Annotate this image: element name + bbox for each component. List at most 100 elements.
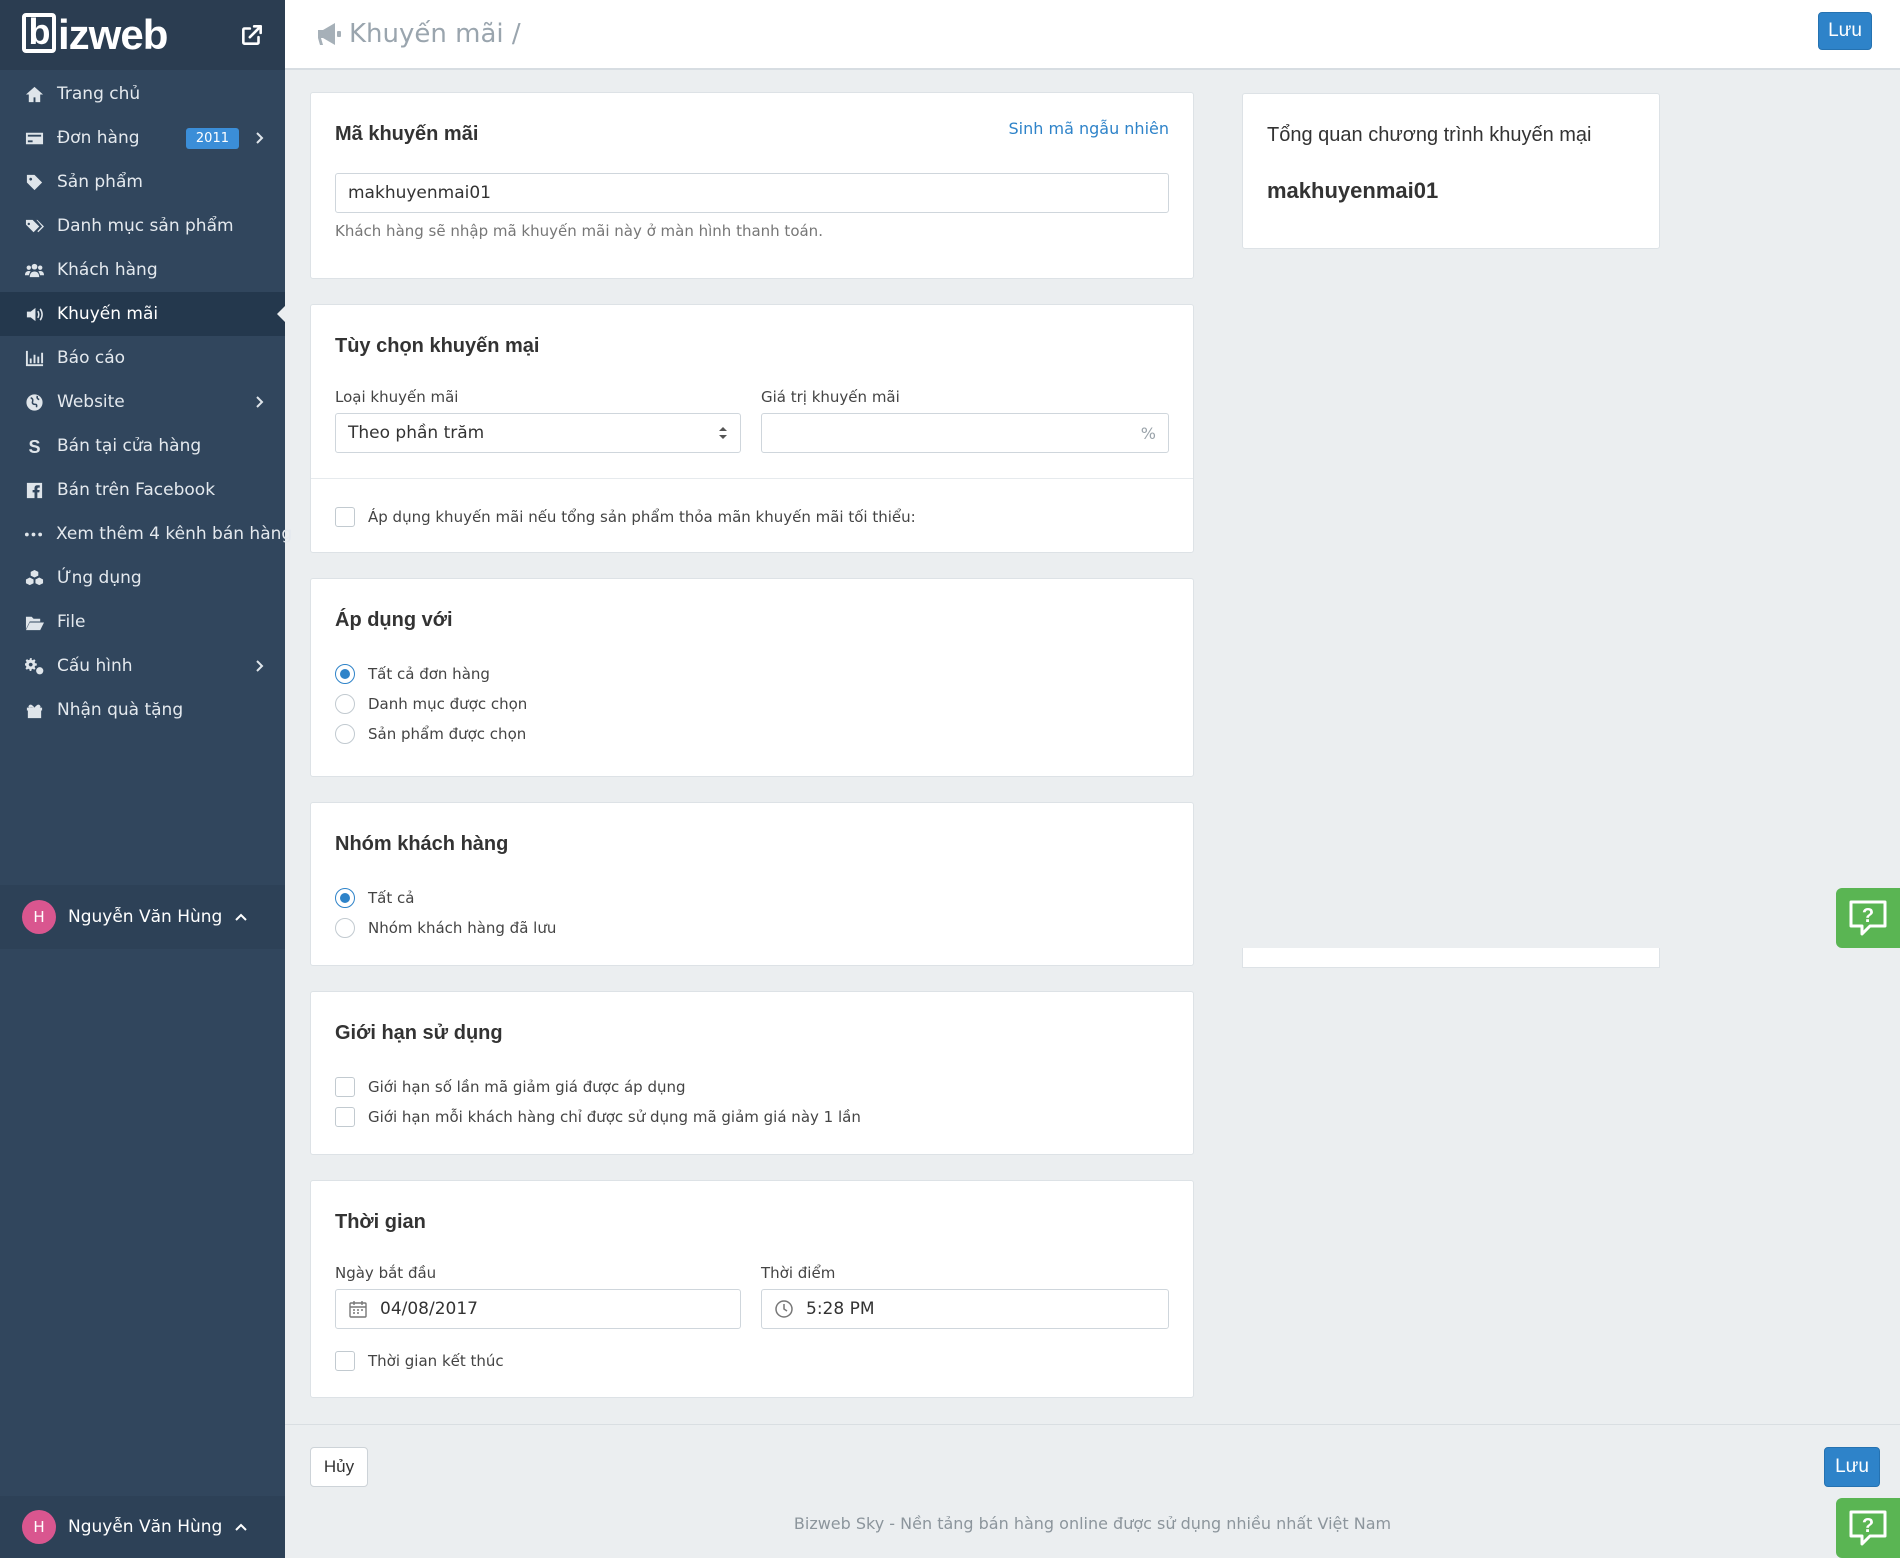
folder-open-icon bbox=[24, 612, 44, 632]
end-time-checkbox[interactable]: Thời gian kết thúc bbox=[335, 1351, 504, 1371]
promo-type-select[interactable]: Theo phần trăm bbox=[335, 413, 741, 453]
summary-title: Tổng quan chương trình khuyến mại bbox=[1267, 124, 1592, 146]
usage-limit-options: Giới hạn số lần mã giảm giá được áp dụng… bbox=[335, 1072, 861, 1132]
sidebar-item-4[interactable]: Danh mục sản phẩm bbox=[0, 204, 285, 248]
page-title: Khuyến mãi / bbox=[349, 19, 521, 49]
gift-icon bbox=[24, 700, 44, 720]
svg-text:?: ? bbox=[1862, 905, 1874, 927]
globe-icon bbox=[24, 392, 44, 412]
sidebar-item-label: Sản phẩm bbox=[57, 172, 143, 192]
percent-suffix: % bbox=[1140, 423, 1156, 443]
user-name: Nguyễn Văn Hùng bbox=[68, 1517, 223, 1537]
help-chat-icon: ? bbox=[1849, 1510, 1887, 1546]
card-title: Áp dụng với bbox=[335, 609, 453, 631]
chevron-right-icon bbox=[256, 660, 264, 672]
user-menu-bottom[interactable]: H Nguyễn Văn Hùng bbox=[0, 1496, 285, 1558]
volume-icon bbox=[24, 304, 44, 324]
help-button-bottom[interactable]: ? bbox=[1836, 1498, 1900, 1558]
customer-group-option-1[interactable]: Tất cả bbox=[335, 883, 556, 913]
bullhorn-icon bbox=[318, 23, 341, 45]
help-button[interactable]: ? bbox=[1836, 888, 1900, 948]
apply-to-options: Tất cả đơn hàng Danh mục được chọn Sản phẩ… bbox=[335, 659, 527, 749]
ellipsis-icon bbox=[24, 524, 43, 544]
save-button-bottom[interactable]: Lưu bbox=[1824, 1447, 1880, 1487]
sidebar-item-8[interactable]: Website bbox=[0, 380, 285, 424]
sidebar-item-14[interactable]: Cấu hình bbox=[0, 644, 285, 688]
apply-to-option-3[interactable]: Sản phẩm được chọn bbox=[335, 719, 527, 749]
usage-limit-card: Giới hạn sử dụng Giới hạn số lần mã giảm… bbox=[310, 991, 1194, 1155]
start-date-value: 04/08/2017 bbox=[380, 1299, 478, 1319]
sidebar-item-7[interactable]: Báo cáo bbox=[0, 336, 285, 380]
chevron-right-icon bbox=[256, 396, 264, 408]
generate-random-code-link[interactable]: Sinh mã ngẫu nhiên bbox=[1009, 119, 1169, 138]
home-icon bbox=[24, 84, 44, 104]
promo-code-card: Mã khuyến mãi Sinh mã ngẫu nhiên makhuye… bbox=[310, 92, 1194, 279]
radio-button[interactable] bbox=[335, 694, 355, 714]
external-link-icon[interactable] bbox=[239, 22, 265, 48]
logo-bar: b izweb bbox=[0, 0, 285, 70]
radio-button[interactable] bbox=[335, 664, 355, 684]
start-date-label: Ngày bắt đầu bbox=[335, 1264, 437, 1282]
min-condition-checkbox[interactable]: Áp dụng khuyến mãi nếu tổng sản phẩm thỏ… bbox=[335, 507, 916, 527]
help-chat-icon: ? bbox=[1849, 900, 1887, 936]
promo-value-input[interactable]: % bbox=[761, 413, 1169, 453]
sidebar-item-label: Website bbox=[57, 392, 125, 412]
sidebar-item-label: Trang chủ bbox=[57, 84, 141, 104]
end-time-label: Thời gian kết thúc bbox=[368, 1352, 504, 1370]
card-title: Mã khuyến mãi bbox=[335, 123, 479, 145]
checkbox[interactable] bbox=[335, 1077, 355, 1097]
option-label: Tất cả bbox=[368, 889, 415, 907]
sidebar-item-1[interactable]: Trang chủ bbox=[0, 72, 285, 116]
select-arrows-icon bbox=[719, 427, 727, 439]
clock-icon bbox=[775, 1300, 793, 1318]
sidebar-item-5[interactable]: Khách hàng bbox=[0, 248, 285, 292]
card-title: Tùy chọn khuyến mại bbox=[335, 335, 540, 357]
radio-button[interactable] bbox=[335, 918, 355, 938]
card-title: Thời gian bbox=[335, 1211, 426, 1233]
customer-group-card: Nhóm khách hàng Tất cả Nhóm khách hàng đã… bbox=[310, 802, 1194, 966]
cancel-button[interactable]: Hủy bbox=[310, 1447, 368, 1487]
card-title: Nhóm khách hàng bbox=[335, 833, 509, 855]
chevron-right-icon bbox=[256, 132, 264, 144]
bizweb-logo[interactable]: b izweb bbox=[22, 11, 168, 59]
top-bar: Khuyến mãi / Lưu bbox=[285, 0, 1900, 70]
sidebar-item-12[interactable]: Ứng dụng bbox=[0, 556, 285, 600]
promo-type-value: Theo phần trăm bbox=[348, 423, 485, 443]
breadcrumb: Khuyến mãi / bbox=[315, 19, 521, 49]
sidebar-item-3[interactable]: Sản phẩm bbox=[0, 160, 285, 204]
sidebar-item-10[interactable]: Bán trên Facebook bbox=[0, 468, 285, 512]
summary-panel: Tổng quan chương trình khuyến mại makhuy… bbox=[1242, 93, 1660, 249]
save-button[interactable]: Lưu bbox=[1818, 12, 1872, 50]
option-label: Giới hạn mỗi khách hàng chỉ được sử dụng… bbox=[368, 1108, 861, 1126]
promo-type-label: Loại khuyến mãi bbox=[335, 388, 459, 406]
divider bbox=[311, 478, 1193, 479]
promo-code-input[interactable]: makhuyenmai01 bbox=[335, 173, 1169, 213]
checkbox[interactable] bbox=[335, 507, 355, 527]
checkbox[interactable] bbox=[335, 1351, 355, 1371]
radio-button[interactable] bbox=[335, 724, 355, 744]
customer-group-option-2[interactable]: Nhóm khách hàng đã lưu bbox=[335, 913, 556, 943]
option-label: Sản phẩm được chọn bbox=[368, 725, 527, 743]
calendar-icon bbox=[349, 1301, 367, 1318]
sidebar-item-9[interactable]: S Bán tại cửa hàng bbox=[0, 424, 285, 468]
sidebar-item-15[interactable]: Nhận quà tặng bbox=[0, 688, 285, 732]
start-time-value: 5:28 PM bbox=[806, 1299, 875, 1319]
sidebar-nav: Trang chủ Đơn hàng 2011 Sản phẩm Danh mục sả… bbox=[0, 70, 292, 732]
usage-limit-option-1[interactable]: Giới hạn số lần mã giảm giá được áp dụng bbox=[335, 1072, 861, 1102]
usage-limit-option-2[interactable]: Giới hạn mỗi khách hàng chỉ được sử dụng… bbox=[335, 1102, 861, 1132]
svg-text:?: ? bbox=[1862, 1515, 1874, 1537]
apply-to-option-2[interactable]: Danh mục được chọn bbox=[335, 689, 527, 719]
radio-button[interactable] bbox=[335, 888, 355, 908]
sidebar-item-6[interactable]: Khuyến mãi bbox=[0, 292, 285, 336]
start-date-input[interactable]: 04/08/2017 bbox=[335, 1289, 741, 1329]
sidebar-item-label: Xem thêm 4 kênh bán hàng bbox=[56, 524, 293, 544]
user-menu[interactable]: H Nguyễn Văn Hùng bbox=[0, 885, 285, 949]
apply-to-option-1[interactable]: Tất cả đơn hàng bbox=[335, 659, 527, 689]
sidebar-item-11[interactable]: Xem thêm 4 kênh bán hàng bbox=[0, 512, 292, 556]
s-letter-icon: S bbox=[24, 436, 44, 456]
start-time-input[interactable]: 5:28 PM bbox=[761, 1289, 1169, 1329]
logo-text: izweb bbox=[58, 11, 168, 58]
checkbox[interactable] bbox=[335, 1107, 355, 1127]
sidebar-item-2[interactable]: Đơn hàng 2011 bbox=[0, 116, 285, 160]
sidebar-item-13[interactable]: File bbox=[0, 600, 285, 644]
